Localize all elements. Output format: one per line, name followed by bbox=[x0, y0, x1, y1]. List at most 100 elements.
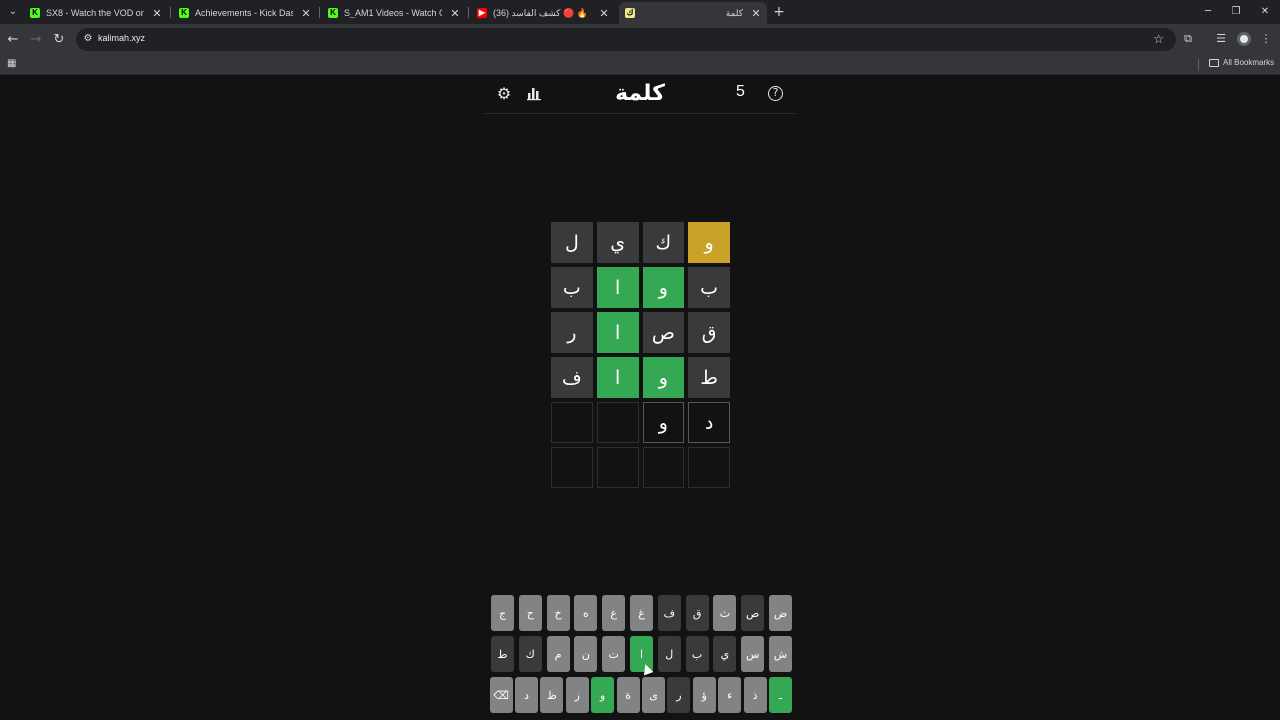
board-tile: و bbox=[642, 357, 685, 398]
browser-tab-active[interactable]: ك كلمة ✕ bbox=[619, 2, 767, 24]
board-row: بواب bbox=[551, 267, 730, 308]
extensions-icon[interactable]: ⧉ bbox=[1181, 32, 1195, 46]
tab-title: S_AM1 Videos - Watch On-Demand bbox=[344, 8, 442, 18]
keyboard-key[interactable]: ذ bbox=[743, 677, 767, 713]
window-close-icon[interactable]: ✕ bbox=[1258, 5, 1272, 19]
keyboard-key[interactable]: ز bbox=[565, 677, 589, 713]
keyboard-key[interactable]: ض bbox=[769, 595, 792, 631]
keyboard-row: ضصثقفغعهخحج bbox=[488, 595, 792, 631]
board-tile bbox=[596, 447, 639, 488]
board-tile: و bbox=[688, 222, 730, 263]
keyboard-key[interactable]: ق bbox=[685, 595, 709, 631]
board-tile: ا bbox=[596, 267, 639, 308]
keyboard-key[interactable]: م bbox=[546, 636, 570, 672]
keyboard-key[interactable]: ج bbox=[491, 595, 514, 631]
close-icon[interactable]: ✕ bbox=[152, 7, 162, 20]
all-bookmarks-button[interactable]: All Bookmarks bbox=[1209, 58, 1274, 67]
keyboard-key[interactable]: ط bbox=[491, 636, 514, 672]
keyboard-key[interactable]: و bbox=[591, 677, 615, 713]
back-icon[interactable]: ← bbox=[5, 32, 21, 48]
keyboard-key[interactable]: خ bbox=[546, 595, 570, 631]
apps-grid-icon[interactable]: ▦ bbox=[7, 58, 19, 70]
keyboard-key[interactable]: ة bbox=[616, 677, 640, 713]
board-row: دو bbox=[551, 402, 730, 443]
kalimah-icon: ك bbox=[625, 8, 635, 18]
keyboard-key[interactable]: ف bbox=[657, 595, 681, 631]
keyboard-key[interactable]: ى bbox=[642, 677, 665, 713]
tab-title: Achievements - Kick Dashboard bbox=[195, 8, 293, 18]
keyboard-key[interactable]: س bbox=[741, 636, 765, 672]
close-icon[interactable]: ✕ bbox=[450, 7, 460, 20]
keyboard-key[interactable]: ل bbox=[657, 636, 681, 672]
bookmark-star-icon[interactable]: ☆ bbox=[1153, 32, 1164, 46]
board-row: وكيل bbox=[551, 222, 730, 263]
board-tile: ا bbox=[596, 312, 639, 353]
board-tile bbox=[551, 402, 593, 443]
youtube-icon: ▶ bbox=[477, 8, 487, 18]
browser-tab[interactable]: K S_AM1 Videos - Watch On-Demand ✕ bbox=[322, 2, 466, 24]
backspace-key[interactable]: ⌫ bbox=[489, 677, 513, 713]
keyboard-key[interactable]: ي bbox=[713, 636, 737, 672]
site-settings-icon[interactable]: ⚙ bbox=[82, 33, 94, 45]
board-tile: ي bbox=[596, 222, 639, 263]
board-tile: و bbox=[642, 267, 685, 308]
keyboard-key[interactable]: ظ bbox=[540, 677, 564, 713]
close-icon[interactable]: ✕ bbox=[301, 7, 311, 20]
keyboard-key[interactable]: ح bbox=[518, 595, 542, 631]
game-header: ⚙ كلمة 5 ? bbox=[484, 75, 796, 114]
tab-title: SX8 - Watch the VOD on Kick bbox=[46, 8, 144, 18]
close-icon[interactable]: ✕ bbox=[599, 7, 609, 20]
browser-tab[interactable]: K SX8 - Watch the VOD on Kick ✕ bbox=[24, 2, 168, 24]
kick-icon: K bbox=[179, 8, 189, 18]
keyboard-key[interactable]: ت bbox=[602, 636, 626, 672]
keyboard-key[interactable]: ؤ bbox=[692, 677, 716, 713]
close-icon[interactable]: ✕ bbox=[751, 7, 761, 20]
board-tile: ا bbox=[596, 357, 639, 398]
game-page: ⚙ كلمة 5 ? وكيلبوابقصارطوافدو ضصثقفغعهخح… bbox=[0, 75, 1280, 720]
browser-tab[interactable]: K Achievements - Kick Dashboard ✕ bbox=[173, 2, 317, 24]
keyboard-key[interactable]: ن bbox=[574, 636, 598, 672]
board-tile bbox=[596, 402, 639, 443]
url-text[interactable]: kalimah.xyz bbox=[98, 33, 145, 43]
board-tile: ص bbox=[642, 312, 685, 353]
keyboard-key[interactable]: ش bbox=[769, 636, 792, 672]
board-tile: ف bbox=[551, 357, 593, 398]
keyboard-key[interactable]: ث bbox=[713, 595, 737, 631]
keyboard-key[interactable]: ر bbox=[667, 677, 691, 713]
minimize-icon[interactable]: ─ bbox=[1201, 5, 1215, 19]
reload-icon[interactable]: ↻ bbox=[51, 32, 67, 48]
board-tile bbox=[688, 447, 730, 488]
keyboard-key[interactable]: د bbox=[515, 677, 538, 713]
new-tab-icon[interactable]: + bbox=[771, 4, 787, 20]
board-tile bbox=[642, 447, 685, 488]
tab-strip: ⌄ K SX8 - Watch the VOD on Kick ✕ K Achi… bbox=[0, 0, 1280, 24]
forward-icon[interactable]: → bbox=[28, 32, 44, 48]
keyboard-key[interactable]: ب bbox=[685, 636, 709, 672]
keyboard-key[interactable]: ع bbox=[602, 595, 626, 631]
board-tile: ب bbox=[688, 267, 730, 308]
restore-icon[interactable]: ❐ bbox=[1229, 5, 1243, 19]
address-bar[interactable]: ⚙ kalimah.xyz ☆ bbox=[76, 28, 1176, 51]
menu-icon[interactable]: ⋮ bbox=[1259, 32, 1273, 46]
board-tile: ق bbox=[688, 312, 730, 353]
tab-search-chevron-icon[interactable]: ⌄ bbox=[4, 3, 22, 21]
tab-divider bbox=[170, 7, 171, 18]
keyboard-key[interactable]: ه bbox=[574, 595, 598, 631]
board-row: طواف bbox=[551, 357, 730, 398]
keyboard-key[interactable]: ء bbox=[718, 677, 742, 713]
kick-icon: K bbox=[30, 8, 40, 18]
tab-title: كلمة bbox=[725, 7, 743, 18]
help-icon[interactable]: ? bbox=[768, 86, 783, 101]
board-tile: ب bbox=[551, 267, 593, 308]
browser-toolbar: ← → ↻ ⚙ kalimah.xyz ☆ ⧉ ☰ ⋮ bbox=[0, 24, 1280, 55]
profile-avatar[interactable] bbox=[1237, 32, 1251, 46]
board-tile bbox=[551, 447, 593, 488]
keyboard-key[interactable]: ص bbox=[741, 595, 765, 631]
board-row bbox=[551, 447, 730, 488]
browser-tab[interactable]: ▶ كشف الفاسد (36) 🔴 🔥 - YouTube ✕ bbox=[471, 2, 615, 24]
keyboard-key[interactable]: ك bbox=[518, 636, 542, 672]
keyboard-key[interactable]: غ bbox=[630, 595, 653, 631]
all-bookmarks-label: All Bookmarks bbox=[1223, 58, 1275, 67]
keyboard-key[interactable]: ـ bbox=[769, 677, 792, 713]
media-controls-icon[interactable]: ☰ bbox=[1214, 32, 1228, 46]
